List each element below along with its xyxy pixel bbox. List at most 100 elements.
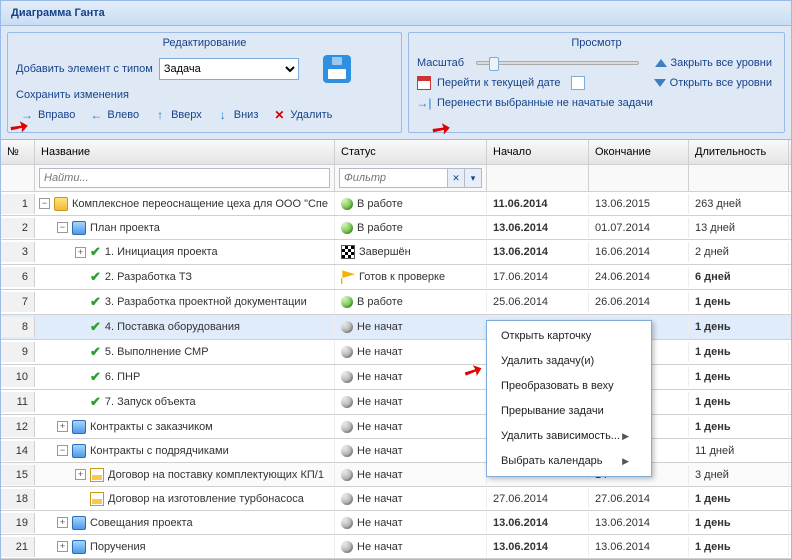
expand-icon[interactable]: +: [75, 247, 86, 258]
grid-header: № Название Статус Начало Окончание Длите…: [1, 140, 791, 165]
col-num[interactable]: №: [1, 140, 35, 164]
status-filter-dropdown[interactable]: ▾: [465, 168, 482, 188]
move-down-button[interactable]: ↓Вниз: [212, 106, 263, 124]
cell-name[interactable]: +Поручения: [35, 536, 335, 558]
calendar-icon: [417, 76, 431, 90]
task-name: 1. Инициация проекта: [105, 246, 218, 258]
cell-duration: 1 день: [689, 513, 789, 533]
table-row[interactable]: 6✔2. Разработка ТЗГотов к проверке17.06.…: [1, 265, 791, 290]
goto-today-checkbox[interactable]: [571, 76, 585, 90]
cell-name[interactable]: ✔6. ПНР: [35, 365, 335, 389]
ctx-delete-task[interactable]: Удалить задачу(и): [490, 349, 648, 373]
cell-status: Не начат: [335, 489, 487, 509]
collapse-icon[interactable]: −: [57, 222, 68, 233]
cell-name[interactable]: −Комплексное переоснащение цеха для ООО …: [35, 193, 335, 215]
cell-status: Не начат: [335, 513, 487, 533]
ctx-calendar[interactable]: Выбрать календарь▶: [490, 449, 648, 473]
expand-icon[interactable]: +: [57, 421, 68, 432]
name-filter-input[interactable]: [39, 168, 330, 188]
folder-blue-icon: [72, 420, 86, 434]
table-row[interactable]: 14−Контракты с подрядчикамиНе начат1411 …: [1, 439, 791, 463]
col-start[interactable]: Начало: [487, 140, 589, 164]
status-filter-input[interactable]: [339, 168, 448, 188]
col-end[interactable]: Окончание: [589, 140, 689, 164]
table-row[interactable]: 18Договор на изготовление турбонасосаНе …: [1, 487, 791, 511]
collapse-icon[interactable]: −: [39, 198, 50, 209]
cell-duration: 3 дней: [689, 465, 789, 485]
cell-num: 11: [1, 392, 35, 412]
table-row[interactable]: 8✔4. Поставка оборудованияНе начат26.06.…: [1, 315, 791, 340]
element-type-select[interactable]: Задача: [159, 58, 299, 80]
cell-start: 13.06.2014: [487, 537, 589, 557]
slider-knob[interactable]: [489, 57, 499, 71]
table-row[interactable]: 11✔7. Запуск объектаНе начат141 день: [1, 390, 791, 415]
cell-name[interactable]: +✔1. Инициация проекта: [35, 240, 335, 264]
move-unstarted-button[interactable]: Перенести выбранные не начатые задачи: [437, 95, 657, 111]
ctx-to-milestone[interactable]: Преобразовать в веху: [490, 374, 648, 398]
table-row[interactable]: 9✔5. Выполнение СМРНе начат141 день: [1, 340, 791, 365]
col-name[interactable]: Название: [35, 140, 335, 164]
goto-today-button[interactable]: Перейти к текущей дате: [437, 75, 565, 91]
collapse-all-button[interactable]: Закрыть все уровни: [651, 55, 777, 71]
expand-icon[interactable]: +: [57, 517, 68, 528]
indent-left-button[interactable]: ←Влево: [85, 106, 143, 124]
table-row[interactable]: 10✔6. ПНРНе начат141 день: [1, 365, 791, 390]
cell-name[interactable]: + Совещания проекта: [35, 512, 335, 534]
table-row[interactable]: 19+Совещания проектаНе начат13.06.201413…: [1, 511, 791, 535]
status-green-icon: [341, 222, 353, 234]
status-green-icon: [341, 198, 353, 210]
cell-name[interactable]: +Контракты с заказчиком: [35, 416, 335, 438]
status-grey-icon: [341, 421, 353, 433]
table-row[interactable]: 1−Комплексное переоснащение цеха для ООО…: [1, 192, 791, 216]
cell-duration: 13 дней: [689, 218, 789, 238]
table-row[interactable]: 15+Договор на поставку комплектующих КП/…: [1, 463, 791, 487]
cell-status: Не начат: [335, 342, 487, 362]
cell-duration: 1 день: [689, 367, 789, 387]
status-filter-clear[interactable]: ✕: [448, 168, 465, 188]
table-row[interactable]: 12+Контракты с заказчикомНе начат141 ден…: [1, 415, 791, 439]
table-row[interactable]: 7✔3. Разработка проектной документацииВ …: [1, 290, 791, 315]
collapse-icon[interactable]: −: [57, 445, 68, 456]
check-icon: ✔: [90, 294, 101, 310]
cell-num: 12: [1, 417, 35, 437]
cell-name[interactable]: ✔4. Поставка оборудования: [35, 315, 335, 339]
table-row[interactable]: 2−План проектаВ работе13.06.201401.07.20…: [1, 216, 791, 240]
expand-all-button[interactable]: Открыть все уровни: [650, 75, 776, 91]
panel-title: Диаграмма Ганта: [1, 1, 791, 26]
task-name: 3. Разработка проектной документации: [105, 296, 307, 308]
cell-name[interactable]: ✔2. Разработка ТЗ: [35, 265, 335, 289]
col-status[interactable]: Статус: [335, 140, 487, 164]
expand-icon[interactable]: +: [75, 469, 86, 480]
cell-name[interactable]: −Контракты с подрядчиками: [35, 440, 335, 462]
ctx-interrupt[interactable]: Прерывание задачи: [490, 399, 648, 423]
scale-slider[interactable]: [476, 61, 638, 65]
cell-duration: 1 день: [689, 292, 789, 312]
status-grey-icon: [341, 371, 353, 383]
cell-status: Завершён: [335, 241, 487, 263]
cell-name[interactable]: +Договор на поставку комплектующих КП/1: [35, 464, 335, 486]
cell-num: 8: [1, 317, 35, 337]
table-row[interactable]: 21+ПорученияНе начат13.06.201413.06.2014…: [1, 535, 791, 559]
view-group: Просмотр Масштаб Закрыть все уровни Пере…: [408, 32, 785, 133]
save-icon[interactable]: [323, 55, 351, 83]
expand-icon[interactable]: +: [57, 541, 68, 552]
move-up-button[interactable]: ↑Вверх: [149, 106, 206, 124]
cell-name[interactable]: Договор на изготовление турбонасоса: [35, 488, 335, 510]
cell-end: 26.06.2014: [589, 292, 689, 312]
cell-name[interactable]: ✔7. Запуск объекта: [35, 390, 335, 414]
ctx-remove-dep[interactable]: Удалить зависимость...▶: [490, 424, 648, 448]
save-button[interactable]: Сохранить изменения: [16, 89, 129, 102]
status-grey-icon: [341, 469, 353, 481]
task-name: 5. Выполнение СМР: [105, 346, 209, 358]
cell-start: 27.06.2014: [487, 489, 589, 509]
ctx-open-card[interactable]: Открыть карточку: [490, 324, 648, 348]
cell-status: Не начат: [335, 441, 487, 461]
cell-name[interactable]: ✔ 3. Разработка проектной документации: [35, 290, 335, 314]
cell-name[interactable]: ✔5. Выполнение СМР: [35, 340, 335, 364]
task-name: Совещания проекта: [90, 517, 193, 529]
delete-button[interactable]: ✕Удалить: [268, 106, 336, 124]
indent-right-button[interactable]: →Вправо: [16, 106, 79, 124]
col-duration[interactable]: Длительность: [689, 140, 789, 164]
table-row[interactable]: 3+✔1. Инициация проектаЗавершён13.06.201…: [1, 240, 791, 265]
cell-name[interactable]: −План проекта: [35, 217, 335, 239]
